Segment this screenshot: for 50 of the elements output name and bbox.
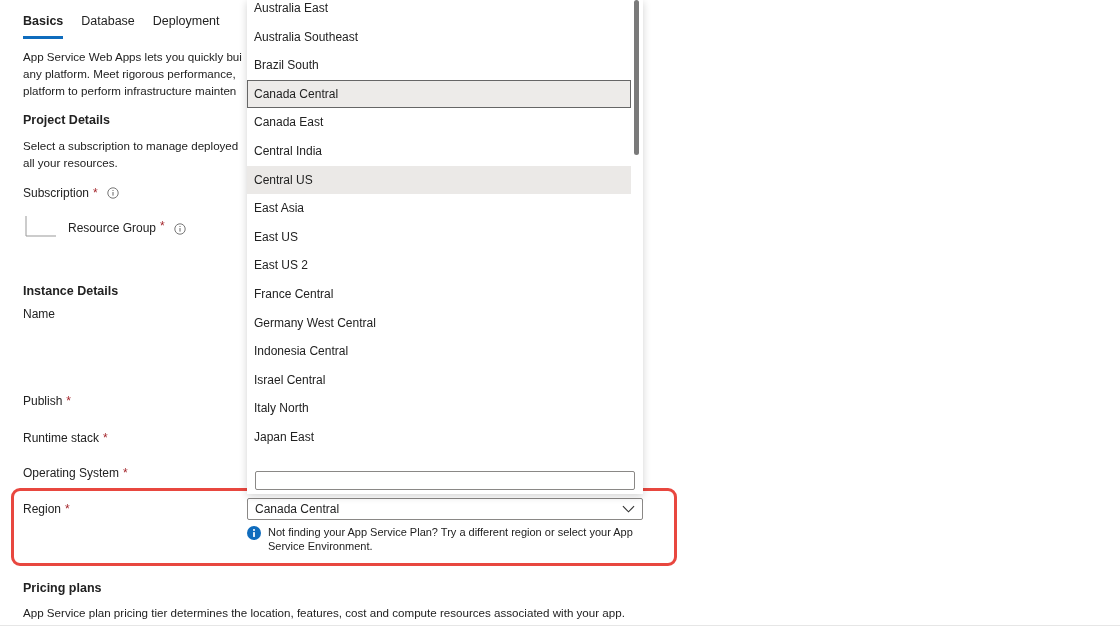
section-description: Select a subscription to manage deployed — [23, 138, 239, 154]
info-icon[interactable] — [106, 187, 119, 199]
required-mark: * — [65, 500, 70, 518]
required-mark: * — [66, 392, 72, 410]
dropdown-option[interactable]: Central India — [247, 136, 631, 166]
field-label: Publish — [23, 392, 63, 410]
required-mark: * — [103, 429, 108, 447]
dropdown-option[interactable]: Indonesia Central — [247, 337, 631, 366]
field-label: Operating System — [23, 464, 120, 482]
scrollbar[interactable] — [634, 0, 639, 155]
intro-text: App Service Web Apps lets you quickly bui — [23, 48, 242, 65]
dropdown-option[interactable]: Central US — [247, 165, 631, 195]
section-title: Instance Details — [23, 282, 119, 300]
dropdown-option[interactable]: East US 2 — [247, 251, 631, 280]
info-message: Not finding your App Service Plan? Try a different region or select your App Service Environment. — [268, 525, 633, 553]
info-icon[interactable] — [173, 222, 186, 235]
tab[interactable]: Basics — [23, 13, 64, 39]
intro-text: any platform. Meet rigorous performance, — [23, 65, 236, 82]
required-mark: * — [93, 184, 98, 202]
dropdown-option[interactable]: East US — [247, 222, 631, 252]
dropdown-option[interactable]: France Central — [247, 279, 631, 309]
chevron-down-icon — [622, 505, 635, 513]
dropdown-option[interactable]: Australia East — [247, 0, 631, 23]
dropdown-option[interactable]: East Asia — [247, 194, 631, 223]
dropdown-option[interactable]: Germany West Central — [247, 308, 631, 338]
filter-field[interactable] — [255, 471, 635, 490]
required-mark: * — [123, 464, 128, 482]
region-dropdown[interactable]: Canada Central — [247, 498, 643, 520]
field-label: Subscription — [23, 184, 90, 202]
field-label: Resource Group — [68, 219, 157, 237]
field-label: Region — [23, 500, 62, 518]
field-label: Runtime stack — [23, 429, 100, 447]
tree-connector — [25, 215, 56, 237]
dropdown-option[interactable]: Australia Southeast — [247, 22, 631, 52]
dropdown-option[interactable]: Israel Central — [247, 365, 631, 395]
dropdown-option[interactable]: Canada East — [247, 108, 631, 137]
field-label: Name — [23, 305, 55, 323]
dropdown-option[interactable]: Canada Central — [247, 79, 631, 109]
dropdown-option[interactable]: Brazil South — [247, 51, 631, 80]
dropdown-option[interactable]: Italy North — [247, 394, 631, 423]
required-mark: * — [160, 217, 165, 235]
tab[interactable]: Deployment — [152, 13, 220, 39]
section-description: all your resources. — [23, 155, 118, 171]
section-title: Project Details — [23, 112, 110, 129]
dropdown-option[interactable]: Japan East — [247, 422, 631, 452]
info-icon — [247, 526, 261, 540]
tab[interactable]: Database — [81, 13, 135, 39]
section-description: App Service plan pricing tier determines the location, features, cost and compute resources associated with your app. — [23, 604, 625, 621]
section-title: Pricing plans — [23, 579, 102, 597]
intro-text: platform to perform infrastructure mainten — [23, 82, 237, 99]
